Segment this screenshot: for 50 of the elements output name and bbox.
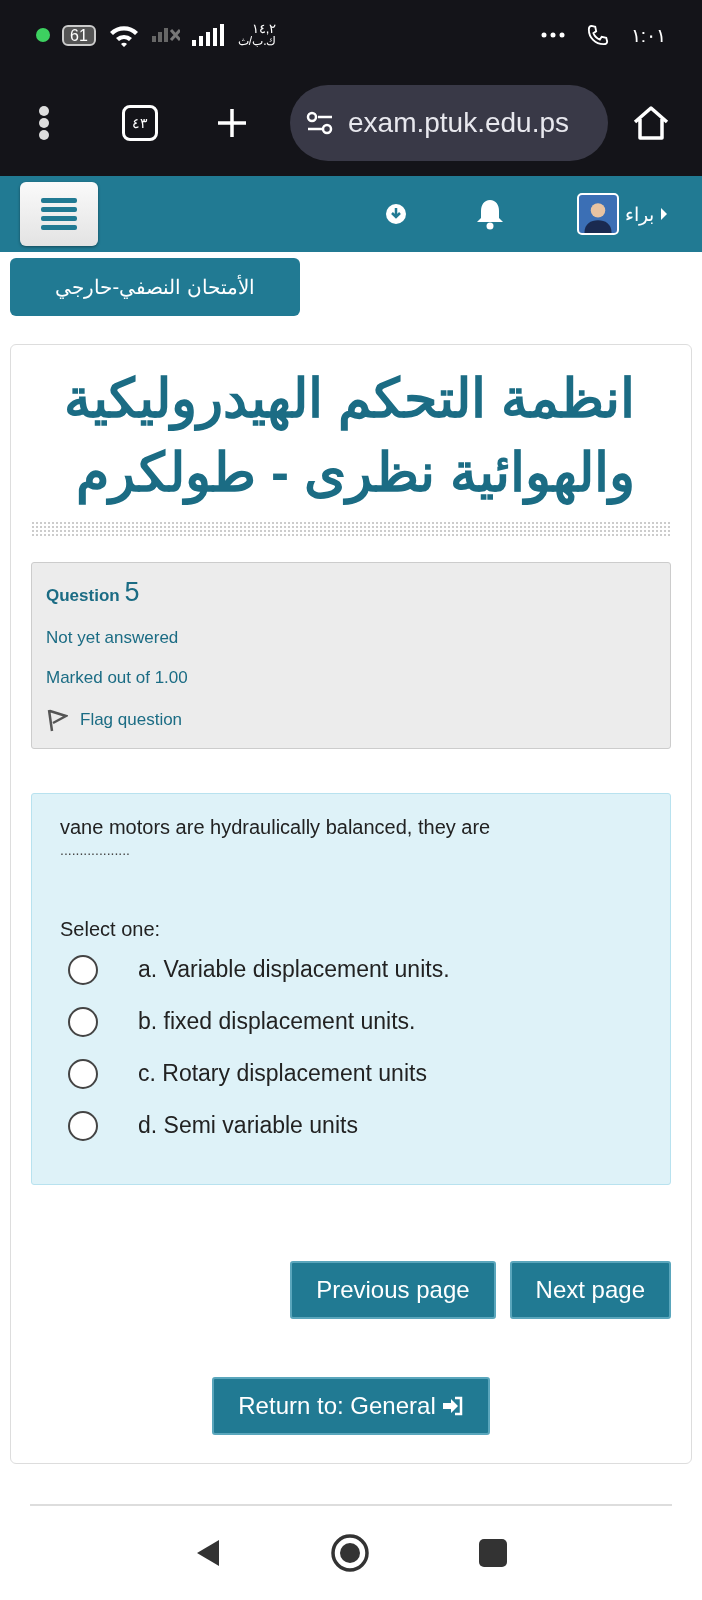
question-marks: Marked out of 1.00	[46, 667, 189, 688]
home-icon[interactable]	[632, 105, 670, 141]
battery-level: 61	[62, 24, 96, 46]
download-icon[interactable]	[385, 203, 407, 225]
return-button[interactable]: Return to: General	[212, 1377, 490, 1435]
square-icon	[479, 1539, 508, 1567]
option-label[interactable]: a. Variable displacement units.	[138, 956, 450, 984]
option-label[interactable]: c. Rotary displacement units	[138, 1060, 427, 1088]
select-prompt: Select one:	[60, 917, 162, 941]
url-text: exam.ptuk.edu.ps	[348, 107, 570, 139]
radio-button[interactable]	[68, 954, 98, 985]
radio-button[interactable]	[68, 1058, 98, 1089]
home-circle-icon	[330, 1533, 370, 1573]
breadcrumb-button[interactable]: الأمتحان النصفي-حارجي	[10, 258, 300, 316]
option-label[interactable]: d. Semi variable units	[138, 1112, 358, 1140]
question-heading: Question 5	[46, 576, 141, 608]
course-title: انظمة التحكم الهيدروليكية والهوائية نظرى - طولكرم	[31, 361, 671, 509]
caret-icon	[660, 207, 668, 221]
tab-count-button[interactable]: ٤٣	[122, 105, 158, 141]
next-page-button[interactable]: Next page	[509, 1261, 671, 1319]
bell-icon[interactable]	[475, 198, 505, 230]
flag-question-button[interactable]: Flag question	[46, 707, 656, 732]
home-button[interactable]	[330, 1533, 370, 1573]
sign-in-icon	[441, 1396, 464, 1416]
user-menu[interactable]: براء	[577, 193, 668, 235]
speed-unit: ك.ب/ث	[237, 35, 277, 47]
radio-button[interactable]	[68, 1006, 98, 1037]
clock-time: ١:٠١	[630, 23, 666, 47]
option-label[interactable]: b. fixed displacement units.	[138, 1008, 416, 1036]
signal-icon	[191, 24, 226, 46]
notification-dot	[36, 28, 50, 42]
menu-button[interactable]	[20, 182, 98, 246]
speed-value: ١٤,٢	[251, 23, 277, 35]
menu-icon[interactable]	[38, 106, 50, 140]
avatar-icon	[577, 193, 619, 235]
phone-icon	[586, 24, 609, 46]
settings-icon[interactable]	[306, 111, 334, 135]
more-icon	[540, 32, 565, 38]
previous-page-button[interactable]: Previous page	[290, 1261, 496, 1319]
address-bar[interactable]: exam.ptuk.edu.ps	[290, 85, 608, 161]
radio-button[interactable]	[68, 1110, 98, 1141]
answer-blank: ..................	[60, 841, 131, 858]
signal-icon	[151, 28, 180, 42]
menu-icon	[41, 197, 77, 231]
user-name: براء	[625, 202, 654, 226]
plus-icon[interactable]	[216, 107, 248, 139]
question-text: vane motors are hydraulically balanced, they are	[60, 814, 492, 840]
flag-icon	[46, 707, 68, 732]
question-state: Not yet answered	[46, 627, 180, 648]
recents-button[interactable]	[479, 1539, 508, 1567]
